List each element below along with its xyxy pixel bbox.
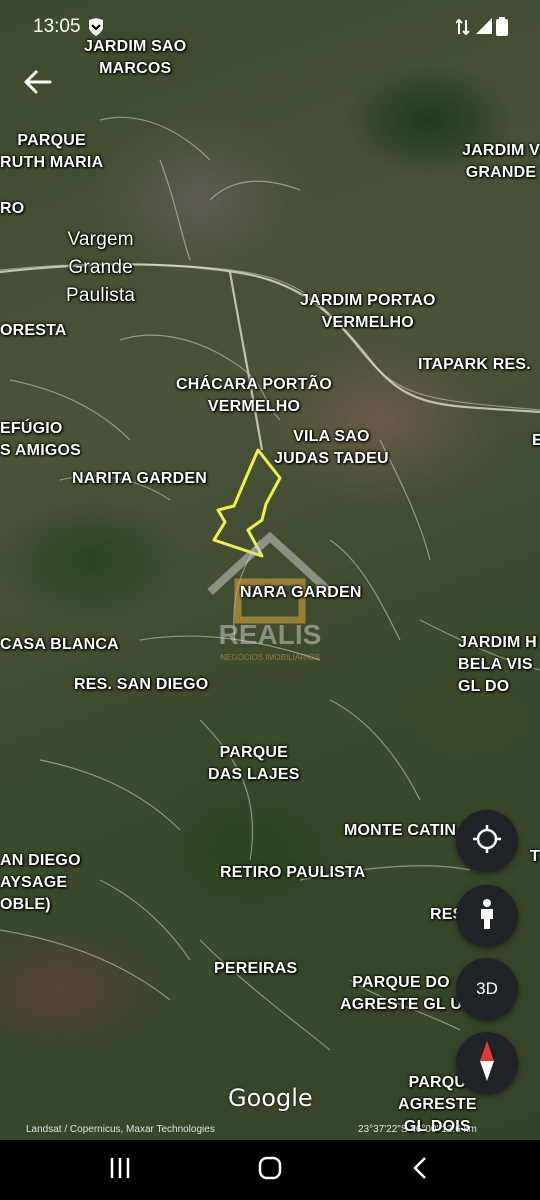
place-label-pereiras: PEREIRAS: [214, 960, 298, 977]
three-d-button[interactable]: 3D: [456, 958, 518, 1020]
place-label-jardim-v-grande: JARDIM V GRANDE: [462, 142, 540, 181]
place-label-casa-blanca: CASA BLANCA: [0, 636, 119, 653]
compass-icon: [477, 1040, 497, 1086]
home-icon: [258, 1156, 282, 1185]
recent-apps-button[interactable]: [100, 1154, 140, 1186]
place-label-nara-garden: NARA GARDEN: [240, 584, 362, 601]
place-label-parque-das-lajes: PARQUE DAS LAJES: [208, 744, 300, 783]
battery-icon: [496, 17, 508, 41]
shield-icon: [88, 18, 104, 41]
place-label-jardim-bela-vista: JARDIM H BELA VIS GL DO: [458, 634, 537, 695]
chevron-left-icon: [412, 1156, 428, 1185]
city-label-vargem-grande-paulista: Vargem Grande Paulista: [66, 229, 136, 306]
status-bar: 13:05: [0, 0, 540, 54]
place-label-t: T: [530, 848, 540, 865]
place-label-itapark-res: ITAPARK RES.: [418, 356, 531, 373]
recent-apps-icon: [109, 1157, 131, 1183]
place-label-chacara-portao-vermelho: CHÁCARA PORTÃO VERMELHO: [176, 376, 332, 415]
status-time: 13:05: [33, 16, 81, 37]
place-label-parque-ruth-maria: PARQUE RUTH MARIA: [0, 132, 104, 171]
place-label-parque-do-agreste-gl-u: PARQUE DO AGRESTE GL U: [340, 974, 463, 1013]
place-label-e: E: [532, 432, 540, 449]
place-label-ro: RO: [0, 200, 25, 217]
attribution-credits: Landsat / Copernicus, Maxar Technologies: [26, 1124, 215, 1135]
satellite-map[interactable]: REALIS NEGÓCIOS IMOBILIÁRIOS JARDIM SAO …: [0, 0, 540, 1140]
watermark-subtext: NEGÓCIOS IMOBILIÁRIOS: [220, 653, 320, 662]
place-label-oresta: ORESTA: [0, 322, 67, 339]
compass-button[interactable]: [456, 1032, 518, 1094]
crosshair-icon: [472, 824, 502, 859]
signal-icon: [476, 18, 492, 39]
data-arrows-icon: [455, 18, 470, 41]
back-arrow-icon[interactable]: [22, 68, 54, 96]
place-label-res-san-diego: RES. SAN DIEGO: [74, 676, 209, 693]
system-navigation-bar: [0, 1140, 540, 1200]
place-label-refugio-amigos: EFÚGIO S AMIGOS: [0, 420, 82, 459]
watermark-text: REALIS: [219, 619, 322, 650]
place-label-monte-catin: MONTE CATIN: [344, 822, 457, 839]
my-location-button[interactable]: [456, 810, 518, 872]
place-label-jardim-portao-vermelho: JARDIM PORTAO VERMELHO: [300, 292, 436, 331]
place-label-narita-garden: NARITA GARDEN: [72, 470, 208, 487]
map-attribution: Landsat / Copernicus, Maxar Technologies…: [0, 1120, 540, 1140]
back-button[interactable]: [400, 1154, 440, 1186]
google-logo: Google: [228, 1084, 313, 1112]
place-label-retiro-paulista: RETIRO PAULISTA: [220, 864, 366, 881]
home-button[interactable]: [250, 1154, 290, 1186]
pegman-icon: [476, 898, 498, 935]
place-label-san-diego-paysage: AN DIEGO AYSAGE OBLE): [0, 852, 81, 913]
attribution-coordinates: 23°37'22"S 46°00' 12.6 km: [358, 1124, 477, 1135]
place-label-vila-sao-judas-tadeu: VILA SAO JUDAS TADEU: [274, 428, 389, 467]
street-view-button[interactable]: [456, 885, 518, 947]
